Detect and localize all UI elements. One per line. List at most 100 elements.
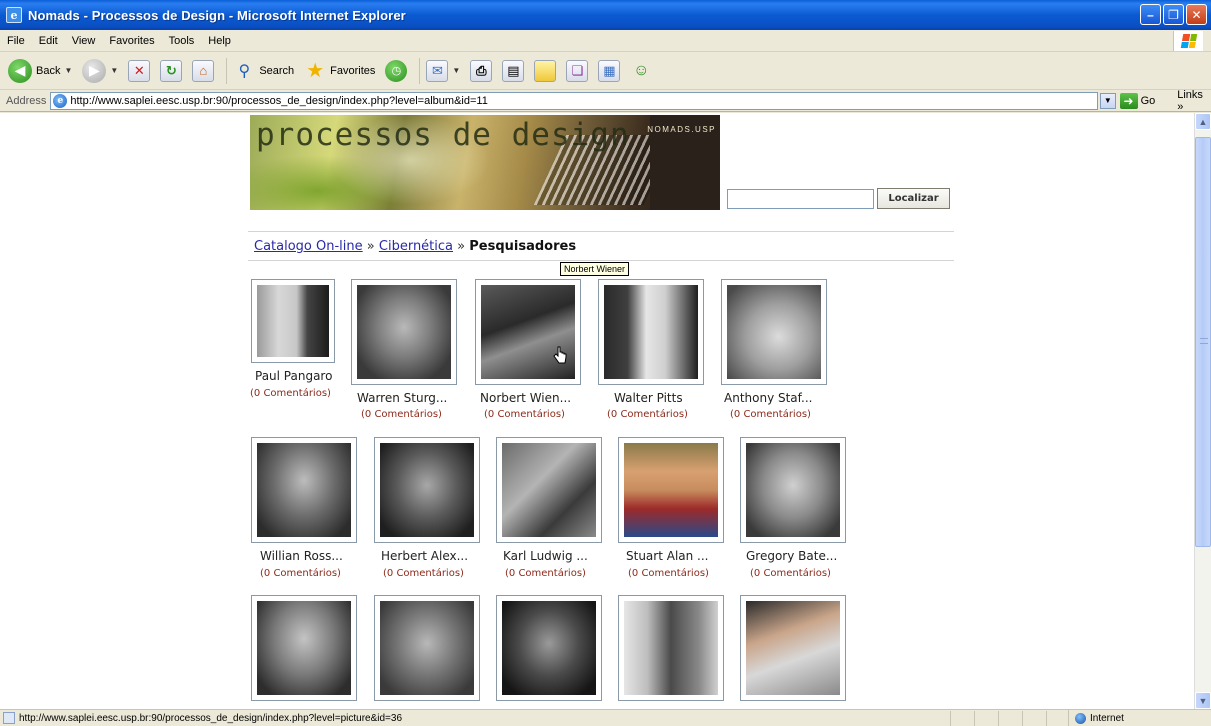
menu-edit[interactable]: Edit — [32, 35, 65, 47]
photo-caption[interactable]: Herbert Alex... — [381, 549, 468, 563]
thumbnail-row3-1[interactable] — [251, 595, 357, 701]
vertical-scrollbar[interactable]: ▲ ▼ — [1194, 113, 1211, 709]
photo-comments[interactable]: (0 Comentários) — [628, 568, 709, 579]
divider — [248, 231, 954, 232]
window-title-bar[interactable]: e Nomads - Processos de Design - Microso… — [0, 0, 1211, 30]
go-arrow-icon: ➜ — [1119, 92, 1138, 109]
zone-label: Internet — [1090, 713, 1124, 724]
thumbnail-herbert-alexander-simon[interactable] — [374, 437, 480, 543]
home-button[interactable]: ⌂ — [190, 56, 216, 86]
back-dropdown-icon[interactable]: ▼ — [64, 66, 72, 75]
search-label: Search — [259, 64, 295, 77]
photo-comments[interactable]: (0 Comentários) — [250, 388, 331, 399]
thumbnail-anthony-stafford[interactable] — [721, 279, 827, 385]
close-button[interactable]: ✕ — [1186, 4, 1207, 25]
photo-caption[interactable]: Stuart Alan ... — [626, 549, 709, 563]
scroll-down-icon[interactable]: ▼ — [1195, 692, 1211, 709]
localizar-button[interactable]: Localizar — [877, 188, 950, 209]
search-icon: ⚲ — [238, 62, 251, 80]
photo-caption[interactable]: Norbert Wien... — [480, 391, 571, 405]
discuss-button[interactable] — [532, 56, 558, 86]
links-toolbar[interactable]: Links » — [1177, 89, 1211, 113]
menu-favorites[interactable]: Favorites — [102, 35, 161, 47]
thumbnail-row3-5[interactable] — [740, 595, 846, 701]
brand-label: NOMADS.USP — [647, 125, 716, 134]
photo-comments[interactable]: (0 Comentários) — [383, 568, 464, 579]
photo-caption[interactable]: Gregory Bate... — [746, 549, 837, 563]
windows-logo-icon — [1173, 31, 1203, 51]
breadcrumb-link-catalogo[interactable]: Catalogo On-line — [254, 239, 363, 254]
edit-button[interactable]: ▤ — [500, 56, 526, 86]
thumbnail-norbert-wiener[interactable] — [475, 279, 581, 385]
photo-caption[interactable]: Warren Sturg... — [357, 391, 447, 405]
photo-caption[interactable]: Anthony Staf... — [724, 391, 812, 405]
site-banner[interactable]: processos de design NOMADS.USP — [250, 115, 720, 210]
mail-icon: ✉ — [426, 59, 449, 82]
thumbnail-row3-2[interactable] — [374, 595, 480, 701]
media-icon: ▦ — [598, 59, 621, 82]
photo-comments[interactable]: (0 Comentários) — [505, 568, 586, 579]
go-button[interactable]: ➜ Go — [1119, 92, 1155, 109]
stop-button[interactable]: ✕ — [126, 56, 152, 86]
photo-comments[interactable]: (0 Comentários) — [361, 409, 442, 420]
minimize-button[interactable]: – — [1140, 4, 1161, 25]
print-button[interactable]: ⎙ — [468, 56, 494, 86]
menu-view[interactable]: View — [65, 35, 103, 47]
address-url: http://www.saplei.eesc.usp.br:90/process… — [70, 94, 488, 107]
photo-caption[interactable]: Paul Pangaro — [255, 369, 332, 383]
forward-button[interactable]: ▶ ▼ — [80, 56, 120, 86]
back-label: Back — [36, 64, 61, 77]
maximize-button[interactable]: ❐ — [1163, 4, 1184, 25]
address-input[interactable]: e http://www.saplei.eesc.usp.br:90/proce… — [50, 91, 1099, 110]
menu-tools[interactable]: Tools — [162, 35, 202, 47]
thumbnail-warren-sturgis[interactable] — [351, 279, 457, 385]
window-controls: – ❐ ✕ — [1140, 4, 1207, 25]
forward-dropdown-icon[interactable]: ▼ — [110, 66, 118, 75]
tooltip: Norbert Wiener — [560, 262, 630, 276]
thumbnail-row3-4[interactable] — [618, 595, 724, 701]
thumbnail-stuart-alan[interactable] — [618, 437, 724, 543]
scroll-thumb[interactable] — [1195, 137, 1211, 547]
back-button[interactable]: ◀ Back ▼ — [6, 56, 74, 86]
refresh-button[interactable]: ↻ — [158, 56, 184, 86]
thumbnail-paul-pangaro[interactable] — [251, 279, 335, 363]
breadcrumb: Catalogo On-line » Cibernética » Pesquis… — [254, 239, 577, 254]
messenger-button[interactable]: ☺ — [628, 56, 654, 86]
menu-bar: File Edit View Favorites Tools Help — [0, 30, 1211, 52]
menu-help[interactable]: Help — [201, 35, 238, 47]
security-zone: Internet — [1068, 710, 1124, 726]
search-input[interactable] — [727, 189, 874, 209]
thumbnail-gregory-bateson[interactable] — [740, 437, 846, 543]
photo-comments[interactable]: (0 Comentários) — [484, 409, 565, 420]
thumbnail-row3-3[interactable] — [496, 595, 602, 701]
search-button[interactable]: ⚲ Search — [231, 56, 296, 86]
photo-comments[interactable]: (0 Comentários) — [607, 409, 688, 420]
thumbnail-walter-pitts[interactable] — [598, 279, 704, 385]
page-viewport: processos de design NOMADS.USP Localizar… — [0, 113, 1194, 709]
scroll-up-icon[interactable]: ▲ — [1195, 113, 1211, 130]
divider — [248, 260, 954, 261]
media-button[interactable]: ▦ — [596, 56, 622, 86]
research-icon: ❏ — [566, 59, 589, 82]
photo-comments[interactable]: (0 Comentários) — [730, 409, 811, 420]
hand-cursor-icon — [553, 346, 567, 364]
thumbnail-karl-ludwig[interactable] — [496, 437, 602, 543]
photo-caption[interactable]: Willian Ross... — [260, 549, 343, 563]
mail-button[interactable]: ✉ ▼ — [424, 56, 462, 86]
breadcrumb-link-cibernetica[interactable]: Cibernética — [379, 239, 453, 254]
star-icon: ★ — [306, 60, 325, 82]
thumbnail-willian-ross-ashby[interactable] — [251, 437, 357, 543]
address-dropdown-icon[interactable]: ▼ — [1100, 92, 1116, 109]
photo-caption[interactable]: Karl Ludwig ... — [503, 549, 588, 563]
history-button[interactable]: ◷ — [383, 56, 409, 86]
photo-comments[interactable]: (0 Comentários) — [260, 568, 341, 579]
research-button[interactable]: ❏ — [564, 56, 590, 86]
favorites-button[interactable]: ★ Favorites — [302, 56, 377, 86]
menu-file[interactable]: File — [0, 35, 32, 47]
edit-page-icon: ▤ — [502, 59, 525, 82]
mail-dropdown-icon[interactable]: ▼ — [452, 66, 460, 75]
messenger-icon: ☺ — [633, 61, 650, 79]
stop-icon: ✕ — [128, 59, 151, 82]
photo-caption[interactable]: Walter Pitts — [614, 391, 683, 405]
photo-comments[interactable]: (0 Comentários) — [750, 568, 831, 579]
